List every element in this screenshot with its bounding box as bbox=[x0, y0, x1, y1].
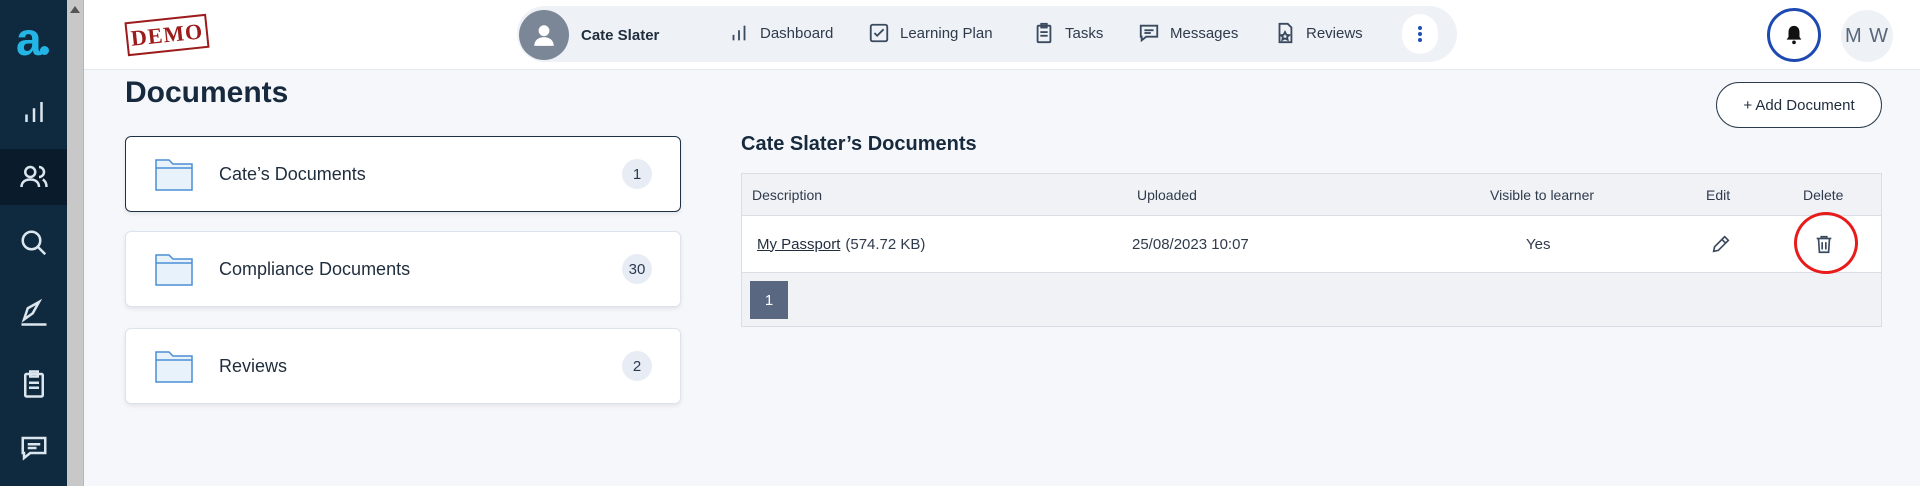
message-icon bbox=[21, 436, 46, 461]
folder-cates-documents[interactable]: Cate’s Documents 1 bbox=[125, 136, 681, 212]
document-visible: Yes bbox=[1526, 235, 1551, 253]
sidebar: a bbox=[0, 0, 67, 486]
nav-learning-plan[interactable]: Learning Plan bbox=[868, 22, 993, 44]
demo-stamp: DEMO bbox=[124, 13, 210, 57]
delete-highlight-circle bbox=[1794, 212, 1858, 274]
pagination-page[interactable]: 1 bbox=[750, 281, 788, 319]
sidebar-item-messages[interactable] bbox=[0, 420, 67, 476]
user-menu-avatar[interactable]: M W bbox=[1841, 10, 1893, 62]
documents-section-title: Cate Slater’s Documents bbox=[741, 133, 977, 155]
nav-dashboard-label: Dashboard bbox=[760, 24, 834, 42]
clipboard-icon bbox=[1036, 22, 1052, 44]
folder-count-badge: 30 bbox=[622, 254, 652, 284]
folder-compliance-documents[interactable]: Compliance Documents 30 bbox=[125, 231, 681, 307]
scroll-up-icon[interactable] bbox=[70, 6, 80, 13]
nav-reviews-label: Reviews bbox=[1306, 24, 1363, 42]
table-header: Description Uploaded Visible to learner … bbox=[742, 174, 1881, 216]
sidebar-item-tasks[interactable] bbox=[0, 356, 67, 412]
app-root: a DEMO Cate Slater Dashboard Learning Pl… bbox=[0, 0, 1920, 486]
brand-logo[interactable]: a bbox=[16, 14, 56, 64]
users-icon bbox=[19, 165, 48, 188]
clipboard-icon bbox=[23, 370, 44, 398]
nav-tasks[interactable]: Tasks bbox=[1033, 22, 1103, 44]
document-description: My Passport (574.72 KB) bbox=[757, 216, 925, 272]
header-edit: Edit bbox=[1706, 186, 1731, 203]
folder-count-badge: 1 bbox=[622, 159, 652, 189]
header-delete: Delete bbox=[1803, 186, 1844, 203]
search-icon bbox=[21, 230, 46, 256]
user-icon bbox=[534, 25, 554, 46]
bar-chart-icon bbox=[732, 25, 746, 41]
table-row: My Passport (574.72 KB) 25/08/2023 10:07… bbox=[742, 216, 1881, 273]
nav-reviews[interactable]: Reviews bbox=[1274, 22, 1363, 44]
folder-label: Reviews bbox=[219, 355, 288, 376]
header-description: Description bbox=[752, 186, 823, 203]
document-uploaded: 25/08/2023 10:07 bbox=[1132, 235, 1249, 253]
sidebar-item-sign[interactable] bbox=[0, 284, 67, 340]
page-title: Documents bbox=[125, 76, 289, 109]
document-link[interactable]: My Passport bbox=[757, 236, 840, 253]
header-uploaded: Uploaded bbox=[1137, 186, 1197, 203]
review-icon bbox=[1278, 22, 1293, 44]
add-document-button[interactable]: + Add Document bbox=[1716, 82, 1882, 128]
nav-learning-plan-label: Learning Plan bbox=[900, 24, 993, 42]
pencil-icon bbox=[1712, 235, 1730, 253]
folder-icon bbox=[155, 159, 193, 191]
notifications-button[interactable] bbox=[1767, 8, 1821, 62]
learner-name: Cate Slater bbox=[581, 26, 660, 44]
documents-table: Description Uploaded Visible to learner … bbox=[741, 173, 1882, 327]
bell-icon bbox=[1786, 25, 1802, 45]
folder-icon bbox=[155, 254, 193, 286]
learner-profile[interactable]: Cate Slater bbox=[519, 10, 659, 60]
folder-icon bbox=[155, 351, 193, 383]
sidebar-item-dashboard[interactable] bbox=[0, 84, 67, 140]
top-bar: DEMO Cate Slater Dashboard Learning Plan… bbox=[84, 0, 1920, 70]
nav-tasks-label: Tasks bbox=[1065, 24, 1104, 42]
nav-messages-label: Messages bbox=[1170, 24, 1239, 42]
more-menu-button[interactable] bbox=[1402, 14, 1438, 54]
nav-dashboard[interactable]: Dashboard bbox=[728, 22, 833, 44]
edit-document-button[interactable] bbox=[1710, 216, 1732, 272]
nav-messages[interactable]: Messages bbox=[1138, 22, 1238, 44]
bar-chart-icon bbox=[24, 102, 43, 122]
message-icon bbox=[1139, 24, 1159, 43]
folder-reviews[interactable]: Reviews 2 bbox=[125, 328, 681, 404]
folder-label: Cate’s Documents bbox=[219, 163, 366, 184]
folder-count-badge: 2 bbox=[622, 351, 652, 381]
more-vertical-icon bbox=[1418, 24, 1422, 44]
sidebar-item-learners[interactable] bbox=[0, 149, 67, 205]
checkbox-icon bbox=[869, 23, 889, 43]
avatar bbox=[519, 10, 569, 60]
document-size: (574.72 KB) bbox=[845, 235, 926, 253]
page-scrollbar[interactable] bbox=[67, 0, 84, 486]
sidebar-item-search[interactable] bbox=[0, 215, 67, 271]
pen-icon bbox=[21, 298, 46, 326]
folder-label: Compliance Documents bbox=[219, 258, 411, 279]
header-visible: Visible to learner bbox=[1490, 186, 1595, 203]
